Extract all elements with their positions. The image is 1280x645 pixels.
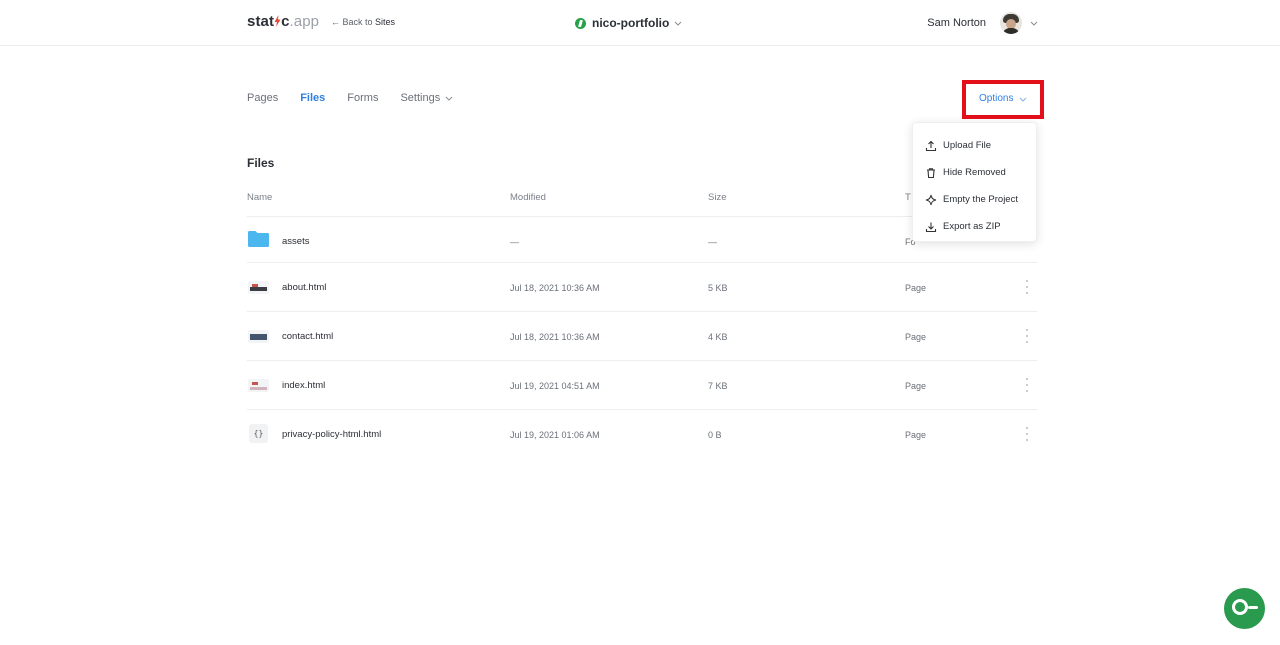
column-header-type: T xyxy=(905,192,911,203)
menu-item-label: Upload File xyxy=(943,140,992,151)
tab-settings-label: Settings xyxy=(400,92,441,104)
site-status-icon xyxy=(575,17,586,29)
tab-pages[interactable]: Pages xyxy=(247,92,278,104)
file-modified: — xyxy=(510,236,519,247)
back-link-prefix: ← Back to xyxy=(331,17,376,27)
page-thumbnail xyxy=(248,379,269,392)
file-type: Page xyxy=(905,429,927,440)
file-name[interactable]: about.html xyxy=(282,263,326,312)
trash-icon xyxy=(927,167,935,178)
file-type: Page xyxy=(905,282,927,293)
file-size: 7 KB xyxy=(708,380,728,391)
column-header-name: Name xyxy=(247,192,273,203)
options-label: Options xyxy=(979,93,1014,104)
table-row[interactable]: index.html Jul 19, 2021 04:51 AM 7 KB Pa… xyxy=(247,360,1037,409)
chevron-down-icon xyxy=(1020,97,1027,102)
page-thumbnail xyxy=(248,330,269,343)
user-name: Sam Norton xyxy=(927,17,986,29)
file-type: Page xyxy=(905,331,927,342)
table-row[interactable]: {} privacy-policy-html.html Jul 19, 2021… xyxy=(247,409,1037,458)
avatar xyxy=(1000,12,1022,34)
menu-item-empty-project[interactable]: Empty the Project xyxy=(913,186,1036,213)
file-name[interactable]: privacy-policy-html.html xyxy=(282,410,381,459)
file-name[interactable]: index.html xyxy=(282,361,325,410)
file-modified: Jul 19, 2021 01:06 AM xyxy=(510,429,600,440)
code-file-icon: {} xyxy=(249,424,268,443)
file-name[interactable]: contact.html xyxy=(282,312,333,361)
options-dropdown-menu: Upload File Hide Removed Empty the Proje… xyxy=(912,122,1037,242)
page-thumbnail xyxy=(248,281,269,294)
site-name: nico-portfolio xyxy=(592,16,670,30)
row-actions-kebab-icon[interactable] xyxy=(1025,329,1029,343)
menu-item-upload-file[interactable]: Upload File xyxy=(913,132,1036,159)
static-app-logo[interactable]: stat c.app xyxy=(247,13,319,30)
chevron-down-icon xyxy=(1030,21,1038,26)
menu-item-label: Empty the Project xyxy=(943,194,1018,205)
tab-forms[interactable]: Forms xyxy=(347,92,378,104)
menu-item-hide-removed[interactable]: Hide Removed xyxy=(913,159,1036,186)
menu-item-export-zip[interactable]: Export as ZIP xyxy=(913,213,1036,240)
file-name[interactable]: assets xyxy=(282,217,309,266)
back-link-target: Sites xyxy=(375,17,396,27)
back-to-sites-link[interactable]: ← Back to Sites xyxy=(331,17,395,27)
table-row[interactable]: contact.html Jul 18, 2021 10:36 AM 4 KB … xyxy=(247,311,1037,360)
column-header-modified: Modified xyxy=(510,192,546,203)
folder-icon xyxy=(248,231,269,247)
file-size: 4 KB xyxy=(708,331,728,342)
file-size: 0 B xyxy=(708,429,722,440)
file-size: 5 KB xyxy=(708,282,728,293)
row-actions-kebab-icon[interactable] xyxy=(1025,427,1029,441)
column-header-size: Size xyxy=(708,192,727,203)
user-menu[interactable]: Sam Norton xyxy=(927,11,1038,35)
row-actions-kebab-icon[interactable] xyxy=(1025,378,1029,392)
download-icon xyxy=(925,222,937,232)
help-chat-button[interactable] xyxy=(1224,588,1265,629)
tab-files[interactable]: Files xyxy=(300,92,325,104)
file-size: — xyxy=(708,236,717,247)
logo-text-right: .app xyxy=(289,13,320,30)
tab-settings[interactable]: Settings xyxy=(400,92,453,104)
logo-text-left: stat xyxy=(247,13,275,30)
files-section-title: Files xyxy=(247,156,275,170)
row-actions-kebab-icon[interactable] xyxy=(1025,280,1029,294)
table-row[interactable]: about.html Jul 18, 2021 10:36 AM 5 KB Pa… xyxy=(247,262,1037,311)
chat-icon xyxy=(1232,599,1248,615)
options-button[interactable]: Options xyxy=(979,93,1027,104)
logo-text-mid: c xyxy=(281,13,290,30)
menu-item-label: Hide Removed xyxy=(943,167,1006,178)
chat-icon-line xyxy=(1248,606,1258,609)
menu-item-label: Export as ZIP xyxy=(943,221,1001,232)
file-modified: Jul 18, 2021 10:36 AM xyxy=(510,282,600,293)
upload-icon xyxy=(925,140,937,151)
file-type: Page xyxy=(905,380,927,391)
project-tabs: Pages Files Forms Settings xyxy=(247,92,475,104)
top-header: stat c.app ← Back to Sites nico-portfolio… xyxy=(0,0,1280,46)
sparkle-icon xyxy=(925,194,937,205)
file-modified: Jul 19, 2021 04:51 AM xyxy=(510,380,600,391)
site-switcher[interactable]: nico-portfolio xyxy=(575,14,682,32)
file-modified: Jul 18, 2021 10:36 AM xyxy=(510,331,600,342)
chevron-down-icon xyxy=(445,96,453,101)
chevron-down-icon xyxy=(674,21,682,26)
